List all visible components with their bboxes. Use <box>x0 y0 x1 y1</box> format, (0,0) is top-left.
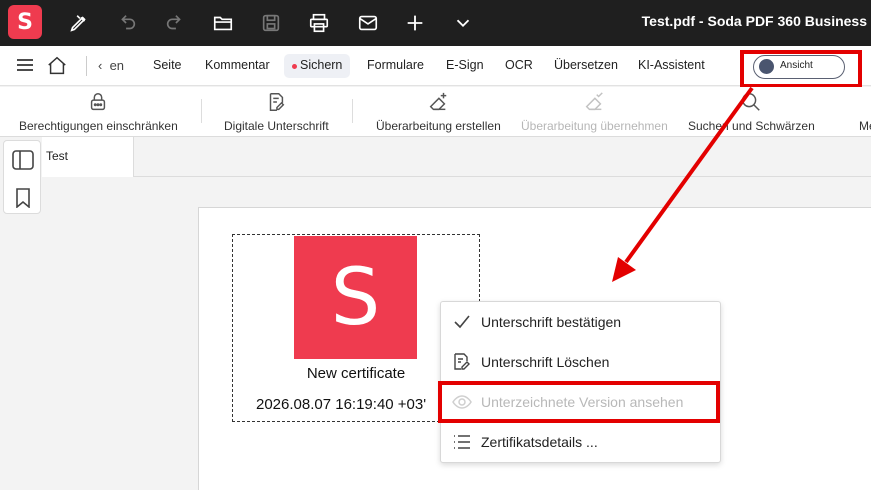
delete-signature-item[interactable]: Unterschrift Löschen <box>441 342 720 382</box>
certificate-details-item[interactable]: Zertifikatsdetails ... <box>441 422 720 462</box>
lock-icon <box>91 93 106 111</box>
create-redaction-button[interactable]: Überarbeitung erstellen <box>376 91 501 133</box>
signature-logo: S <box>294 236 417 359</box>
signature-delete-icon <box>454 353 470 370</box>
menu-item-ki-assistent[interactable]: KI-Assistent <box>638 58 705 72</box>
bookmark-icon[interactable] <box>15 188 31 213</box>
signature-doc-icon <box>270 93 285 111</box>
menu-item-ocr[interactable]: OCR <box>505 58 533 72</box>
tool-label: Suchen und Schwärzen <box>688 119 815 133</box>
tool-label: Überarbeitung übernehmen <box>521 119 668 133</box>
search-icon <box>742 93 761 111</box>
undo-icon[interactable] <box>114 10 140 36</box>
tool-ribbon: Berechtigungen einschränken Digitale Unt… <box>0 87 871 137</box>
divider <box>201 99 202 123</box>
app-logo[interactable]: S <box>8 5 42 39</box>
divider <box>86 56 87 76</box>
divider <box>352 99 353 123</box>
document-tab-label: Test <box>46 149 69 163</box>
open-folder-icon[interactable] <box>210 10 236 36</box>
panel-icon-group <box>3 140 41 214</box>
redo-icon[interactable] <box>162 10 188 36</box>
menu-item-truncated[interactable]: en <box>110 58 124 73</box>
tool-label: Me <box>859 119 871 133</box>
tool-label: Überarbeitung erstellen <box>376 119 501 133</box>
eraser-plus-icon <box>430 92 447 111</box>
checkmark-icon <box>454 315 470 329</box>
sidebar-panel-icon[interactable] <box>12 150 34 175</box>
tool-icon-placeholder <box>859 91 871 113</box>
tab-strip <box>134 137 871 177</box>
signature-date: 2026.08.07 16:19:40 +03' <box>256 396 427 413</box>
verify-signature-item[interactable]: Unterschrift bestätigen <box>441 302 720 342</box>
menu-item-uebersetzen[interactable]: Übersetzen <box>554 58 618 72</box>
title-bar: S Test.pdf - Soda PDF 360 Business <box>0 0 871 46</box>
menu-item-formulare[interactable]: Formulare <box>367 58 424 72</box>
digital-signature-button[interactable]: Digitale Unterschrift <box>224 91 329 133</box>
more-tool-button[interactable]: Me <box>859 91 871 133</box>
highlight-box-toggle <box>740 50 862 88</box>
menu-item-label: Zertifikatsdetails ... <box>481 434 598 450</box>
print-icon[interactable] <box>306 10 332 36</box>
hamburger-menu-icon[interactable] <box>16 57 34 78</box>
menu-item-sichern[interactable]: Sichern <box>284 54 350 78</box>
active-dot <box>292 64 297 69</box>
menu-item-label: Sichern <box>300 58 343 72</box>
chevron-down-icon[interactable] <box>450 10 476 36</box>
scroll-left-button[interactable]: ‹ en <box>98 58 124 73</box>
document-tab[interactable]: Test <box>42 137 134 177</box>
tool-label: Digitale Unterschrift <box>224 119 329 133</box>
left-panel <box>0 137 44 490</box>
save-icon[interactable] <box>258 10 284 36</box>
window-title: Test.pdf - Soda PDF 360 Business <box>641 13 867 29</box>
pen-icon[interactable] <box>66 10 92 36</box>
apply-redaction-button[interactable]: Überarbeitung übernehmen <box>521 91 668 133</box>
mail-icon[interactable] <box>355 10 381 36</box>
restrict-permissions-button[interactable]: Berechtigungen einschränken <box>19 91 178 133</box>
search-redact-button[interactable]: Suchen und Schwärzen <box>688 91 815 133</box>
menu-item-kommentar[interactable]: Kommentar <box>205 58 270 72</box>
list-icon <box>454 435 470 449</box>
tool-label: Berechtigungen einschränken <box>19 119 178 133</box>
menu-item-esign[interactable]: E-Sign <box>446 58 484 72</box>
eraser-check-icon <box>586 92 604 111</box>
highlight-box-menu-item <box>438 381 720 423</box>
plus-icon[interactable] <box>402 10 428 36</box>
home-icon[interactable] <box>46 55 68 82</box>
menu-item-seite[interactable]: Seite <box>153 58 182 72</box>
menu-item-label: Unterschrift bestätigen <box>481 314 622 330</box>
menu-item-label: Unterschrift Löschen <box>481 354 610 370</box>
